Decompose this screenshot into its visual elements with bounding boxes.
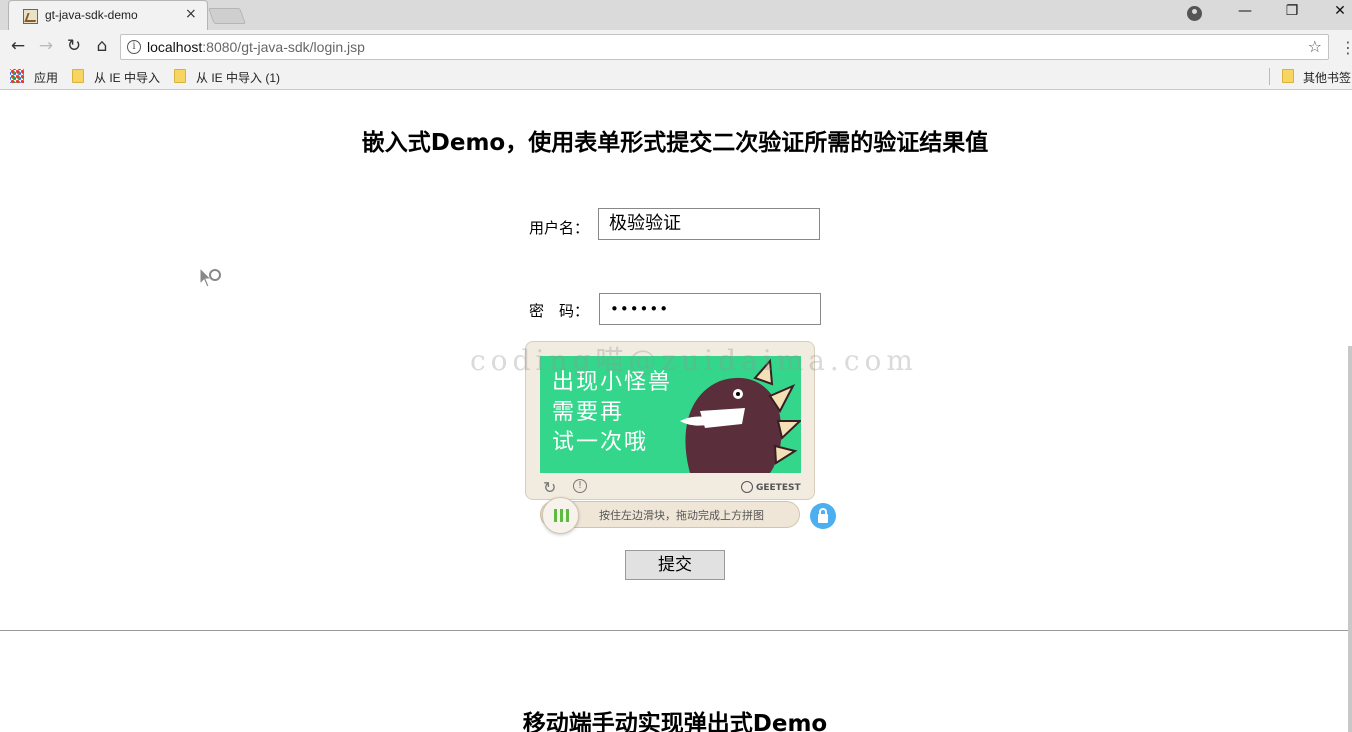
page-content: 嵌入式Demo，使用表单形式提交二次验证所需的验证结果值 用户名： 极验验证 密…: [0, 91, 1352, 732]
apps-grid-icon: [10, 69, 24, 83]
tab-close-icon[interactable]: ×: [185, 6, 197, 22]
folder-icon: [1282, 69, 1294, 83]
minimize-button[interactable]: —: [1233, 3, 1257, 19]
embed-demo-title: 嵌入式Demo，使用表单形式提交二次验证所需的验证结果值: [361, 130, 989, 156]
browser-toolbar: ← → ↻ ⌂ i localhost:8080/gt-java-sdk/log…: [0, 30, 1352, 63]
reload-icon[interactable]: ↻: [63, 36, 85, 56]
url-text: localhost:8080/gt-java-sdk/login.jsp: [147, 39, 365, 55]
new-tab-button[interactable]: [208, 8, 246, 24]
address-bar[interactable]: i localhost:8080/gt-java-sdk/login.jsp ☆: [120, 34, 1329, 60]
folder-icon: [72, 69, 84, 83]
bookmarks-separator: [1269, 68, 1270, 85]
watermark: coding喵@zuidaima.com: [470, 344, 918, 377]
busy-cursor-icon: [199, 267, 221, 288]
window-close-button[interactable]: ✕: [1328, 3, 1352, 19]
bookmark-ie-import[interactable]: 从 IE 中导入: [94, 69, 160, 86]
forward-arrow-icon[interactable]: →: [35, 36, 57, 56]
geetest-logo: GEETEST: [741, 481, 801, 493]
home-icon[interactable]: ⌂: [91, 36, 113, 56]
profile-icon[interactable]: [1187, 6, 1202, 21]
grip-bar-icon: [566, 509, 569, 522]
bookmark-other[interactable]: 其他书签: [1303, 69, 1351, 86]
slider-hint: 按住左边滑块，拖动完成上方拼图: [599, 509, 764, 522]
geetest-logo-icon: [741, 481, 753, 493]
password-label: 密 码：: [529, 302, 590, 320]
page-favicon-icon: [23, 9, 38, 24]
back-arrow-icon[interactable]: ←: [7, 36, 29, 56]
tab-title: gt-java-sdk-demo: [45, 8, 138, 22]
captcha-info-icon[interactable]: !: [573, 479, 587, 493]
grip-bar-icon: [554, 509, 557, 522]
bookmark-ie-import-1[interactable]: 从 IE 中导入 (1): [196, 69, 280, 86]
password-input[interactable]: ••••••: [599, 293, 821, 325]
folder-icon: [174, 69, 186, 83]
slider-handle[interactable]: [542, 497, 579, 534]
geetest-brand: GEETEST: [756, 483, 801, 493]
url-path: :8080/gt-java-sdk/login.jsp: [202, 39, 365, 55]
maximize-button[interactable]: ❐: [1280, 3, 1304, 19]
username-label: 用户名：: [529, 219, 590, 237]
captcha-image-text: 试一次哦: [552, 430, 649, 455]
site-info-icon[interactable]: i: [127, 40, 141, 54]
username-input[interactable]: 极验验证: [598, 208, 820, 240]
lock-icon: [810, 503, 836, 529]
grip-bar-icon: [560, 509, 563, 522]
captcha-slider-track[interactable]: 按住左边滑块，拖动完成上方拼图: [540, 497, 800, 534]
captcha-image-text: 需要再: [552, 400, 625, 425]
bookmark-star-icon[interactable]: ☆: [1308, 37, 1322, 56]
scrollbar[interactable]: [1348, 346, 1352, 732]
url-host: localhost: [147, 39, 203, 55]
mobile-demo-title: 移动端手动实现弹出式Demo: [522, 711, 828, 732]
submit-button[interactable]: 提交: [625, 550, 725, 580]
bookmark-apps[interactable]: 应用: [34, 69, 58, 86]
browser-tab[interactable]: gt-java-sdk-demo ×: [8, 0, 208, 30]
lock-body: [818, 514, 828, 523]
section-divider: [0, 630, 1352, 631]
bookmarks-bar: 应用 从 IE 中导入 从 IE 中导入 (1) 其他书签: [0, 63, 1352, 90]
browser-menu-icon[interactable]: ⋮: [1340, 38, 1352, 57]
tab-strip: gt-java-sdk-demo × — ❐ ✕: [0, 0, 1352, 30]
captcha-refresh-icon[interactable]: ↻: [543, 478, 556, 497]
